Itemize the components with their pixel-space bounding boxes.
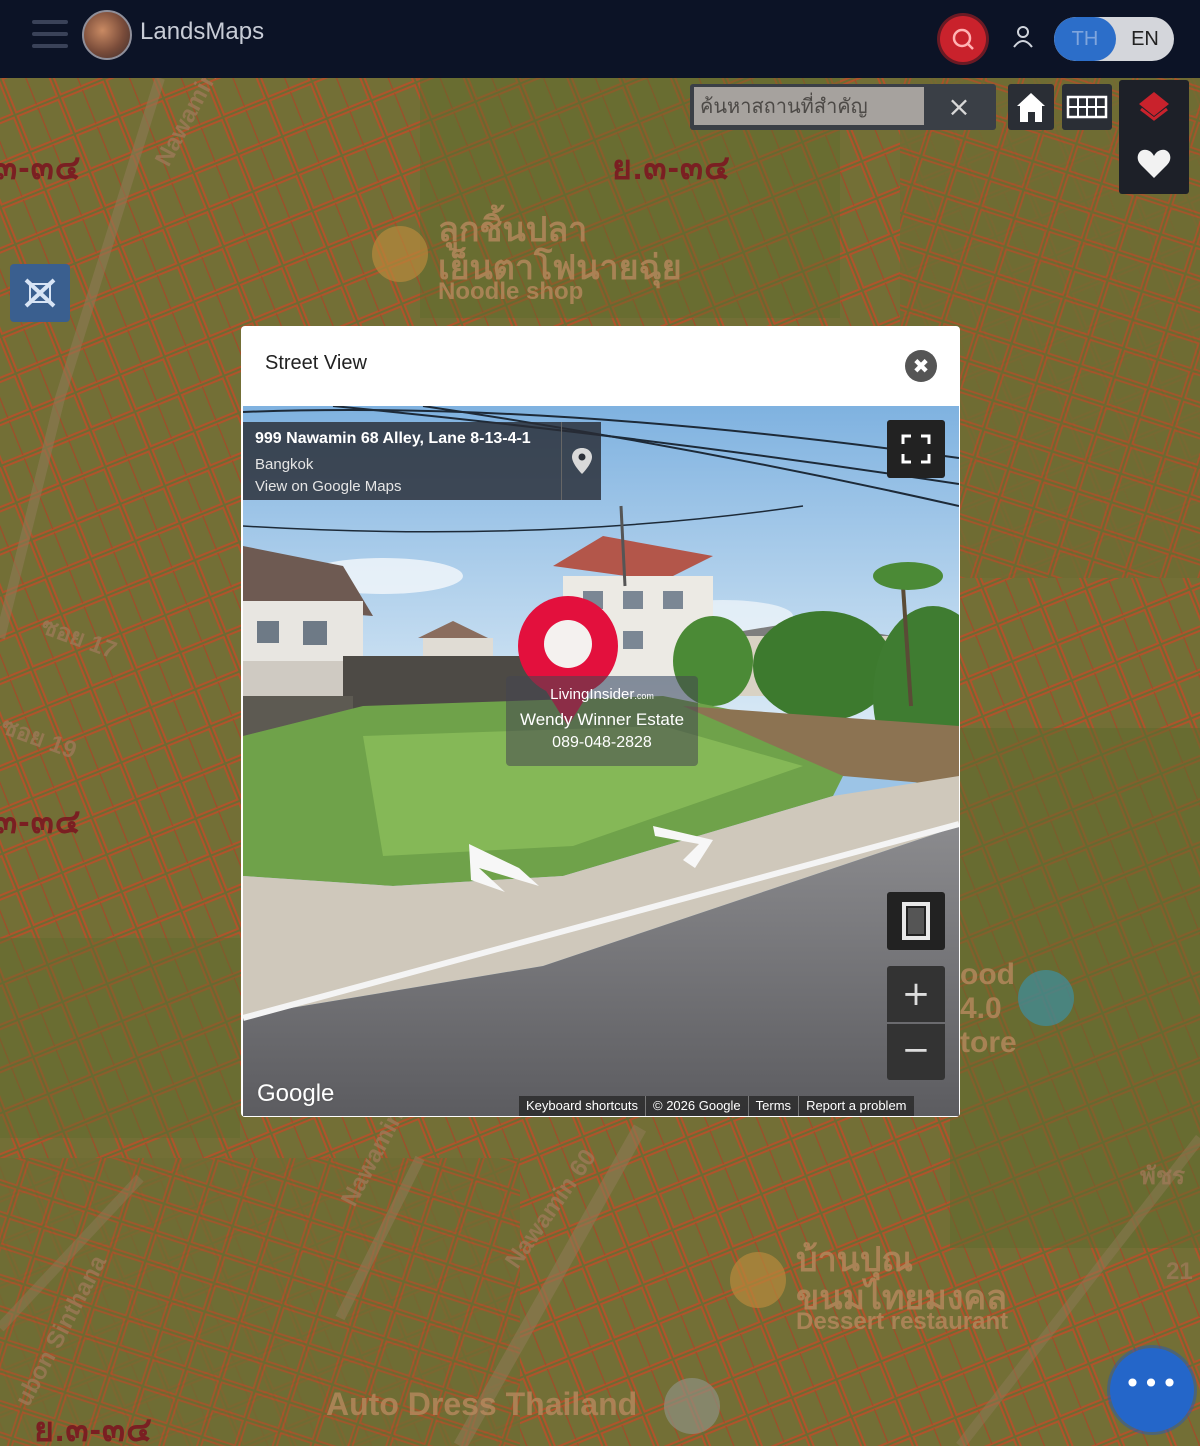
map-side-panel	[1119, 80, 1189, 194]
restaurant-marker-icon[interactable]	[372, 226, 428, 282]
terms-link[interactable]: Terms	[747, 1096, 798, 1116]
home-icon	[1017, 93, 1045, 122]
street-view-dialog: Street View ✖ LivingInsider.com Wendy Wi…	[241, 326, 960, 1117]
agent-watermark: LivingInsider.com Wendy Winner Estate 08…	[506, 676, 698, 766]
clear-search-button[interactable]: ×	[942, 90, 976, 124]
language-toggle: TH EN	[1054, 17, 1174, 61]
restaurant-marker-icon[interactable]	[730, 1252, 786, 1308]
agent-phone: 089-048-2828	[552, 734, 652, 751]
keyboard-shortcuts-link[interactable]: Keyboard shortcuts	[519, 1096, 645, 1116]
attribution-bar: Keyboard shortcuts © 2026 Google Terms R…	[519, 1096, 914, 1116]
close-dialog-button[interactable]: ✖	[905, 350, 937, 382]
lang-th-button[interactable]: TH	[1054, 17, 1116, 61]
map-pin-button[interactable]	[561, 422, 602, 500]
fullscreen-button[interactable]	[887, 420, 945, 478]
user-icon[interactable]	[1008, 22, 1038, 56]
favorite-heart-icon[interactable]	[1119, 138, 1189, 188]
poi-category: Noodle shop	[438, 278, 584, 305]
menu-icon[interactable]	[32, 20, 68, 50]
report-problem-link[interactable]: Report a problem	[798, 1096, 913, 1116]
measure-tool-button[interactable]	[10, 264, 70, 322]
zoom-in-button[interactable]: +	[887, 966, 945, 1022]
zone-label: ย.๓-๓๔	[612, 149, 731, 187]
parcel-grid-button[interactable]	[1062, 84, 1112, 130]
zone-label: ย.๓-๓๔	[34, 1411, 153, 1446]
view-on-google-maps-link[interactable]: View on Google Maps	[255, 478, 401, 495]
road-label: พัชร	[1140, 1163, 1185, 1190]
zoom-out-button[interactable]: −	[887, 1024, 945, 1080]
search-icon	[952, 28, 974, 50]
address-city: Bangkok	[255, 456, 314, 473]
road-label: 21	[1166, 1258, 1193, 1285]
more-options-button[interactable]: •••	[1110, 1348, 1194, 1432]
more-icon: •••	[1124, 1367, 1180, 1400]
poi-category: Dessert restaurant	[796, 1308, 1009, 1335]
agent-name: Wendy Winner Estate	[519, 710, 685, 729]
map-pin-icon	[572, 448, 592, 474]
poi-name: ood	[960, 958, 1015, 991]
watermark-brand: LivingInsider.com	[506, 686, 698, 703]
place-search-input[interactable]	[694, 87, 924, 125]
address-title: 999 Nawamin 68 Alley, Lane 8-13-4-1	[255, 430, 531, 447]
store-marker-icon[interactable]	[1018, 970, 1074, 1026]
dialog-title: Street View	[265, 352, 367, 374]
home-button[interactable]	[1008, 84, 1054, 130]
shop-marker-icon[interactable]	[664, 1378, 720, 1434]
poi-name: Auto Dress Thailand	[326, 1386, 638, 1422]
landsmaps-logo[interactable]	[82, 10, 132, 60]
fullscreen-icon	[901, 434, 931, 464]
google-logo: Google	[257, 1080, 335, 1107]
poi-name: tore	[960, 1026, 1017, 1059]
grid-icon	[1066, 95, 1108, 119]
watermark-brand-suffix: .com	[634, 691, 654, 701]
app-title: LandsMaps	[140, 18, 265, 45]
pegman-button[interactable]	[887, 892, 945, 950]
top-bar: LandsMaps TH EN	[0, 0, 1200, 78]
lang-en-button[interactable]: EN	[1116, 17, 1174, 61]
pegman-icon	[902, 902, 930, 940]
zone-label: ๓-๓๔	[0, 803, 82, 841]
zone-label: ๓-๓๔	[0, 149, 82, 187]
place-search-box: ×	[690, 84, 996, 130]
street-view-panorama[interactable]: LivingInsider.com Wendy Winner Estate 08…	[243, 406, 959, 1116]
livinginsider-logo: LivingInsider	[550, 686, 635, 703]
layers-icon[interactable]	[1119, 84, 1189, 134]
poi-name: 4.0	[960, 992, 1002, 1025]
address-card: 999 Nawamin 68 Alley, Lane 8-13-4-1 Bang…	[243, 422, 601, 500]
search-button[interactable]	[940, 16, 986, 62]
ruler-pencil-icon	[24, 278, 56, 308]
copyright-text: © 2026 Google	[645, 1096, 748, 1116]
